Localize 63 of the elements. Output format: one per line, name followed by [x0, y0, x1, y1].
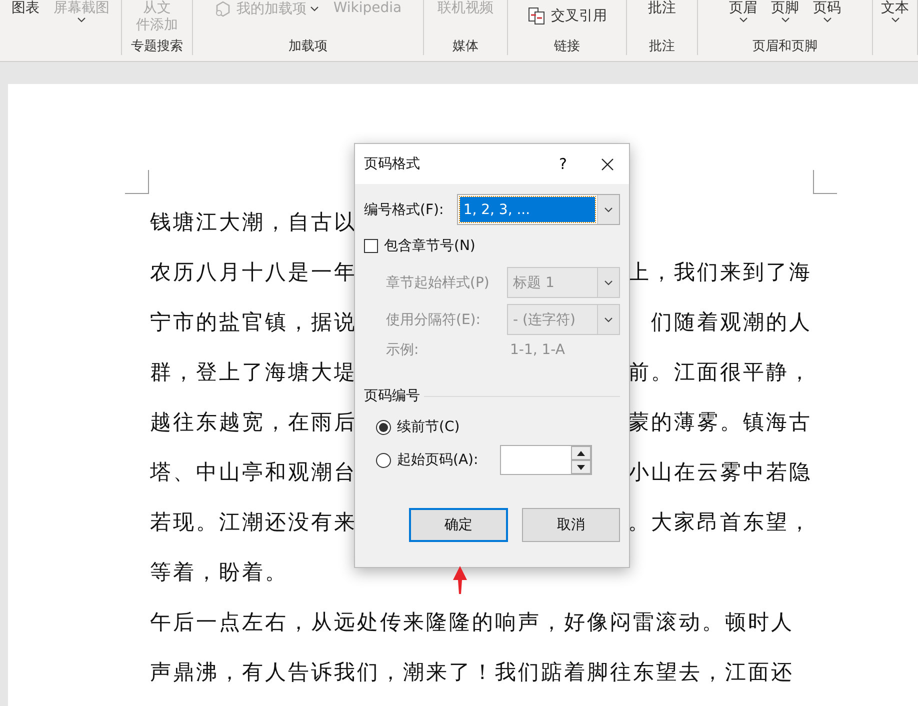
crop-mark	[813, 170, 837, 194]
document-text: 等着，盼着。	[150, 559, 288, 586]
chevron-icon	[604, 206, 613, 212]
close-icon	[600, 158, 614, 170]
document-text: 们随着观潮的人	[651, 309, 812, 336]
document-text: 声鼎沸，有人告诉我们，潮来了！我们踮着脚往东望去，江面还	[150, 659, 794, 686]
field-label: 编号格式(F):	[364, 200, 445, 218]
document-text: 钱塘江大潮，自古以	[150, 209, 357, 236]
cross-reference-icon	[527, 6, 547, 26]
chevron-icon	[890, 17, 900, 23]
example-value: 1-1, 1-A	[510, 342, 565, 358]
section-title: 页码编号	[364, 387, 420, 405]
dialog-button[interactable]: 取消	[522, 508, 620, 542]
crop-mark	[125, 170, 149, 194]
dialog-button[interactable]: 确定	[409, 508, 508, 542]
document-text: 蒙的薄雾。镇海古	[628, 409, 812, 436]
checkbox-label: 包含章节号(N)	[384, 237, 476, 255]
up-arrow-icon	[577, 450, 586, 456]
ribbon-button[interactable]: 文本	[881, 0, 909, 23]
chevron-icon	[310, 6, 320, 12]
document-text: 上，我们来到了海	[628, 259, 812, 286]
chevron-icon	[738, 17, 748, 23]
ribbon-button[interactable]: 页眉	[729, 0, 757, 23]
ribbon-group-label: 专题搜索	[131, 39, 183, 55]
number-format-dropdown[interactable]: 1, 2, 3, ...	[457, 194, 620, 225]
radio-label: 续前节(C)	[397, 418, 460, 436]
document-text: 。大家昂首东望，	[628, 509, 812, 536]
start-number-spinbox[interactable]	[500, 445, 592, 475]
document-text: 塔、中山亭和观潮台	[150, 459, 357, 486]
document-text: 越往东越宽，在雨后	[150, 409, 357, 436]
down-arrow-icon	[577, 464, 586, 470]
ribbon-button[interactable]: 页脚	[771, 0, 799, 23]
ribbon-button[interactable]: 图表	[12, 0, 40, 17]
document-text: 午后一点左右，从远处传来隆隆的响声，好像闷雷滚动。顿时人	[150, 609, 794, 636]
field-label: 章节起始样式(P)	[386, 274, 490, 292]
chevron-icon	[780, 17, 790, 23]
radio-button[interactable]	[376, 452, 391, 468]
document-text: 若现。江潮还没有来	[150, 509, 357, 536]
annotation-arrow	[450, 566, 470, 594]
field-label: 使用分隔符(E):	[386, 310, 482, 328]
ribbon-group-label: 链接	[554, 39, 580, 55]
ribbon-button[interactable]: 交叉引用	[527, 6, 607, 26]
ribbon-button[interactable]: 页码	[813, 0, 841, 23]
radio-button[interactable]	[376, 420, 391, 434]
field-label: 示例:	[386, 341, 420, 359]
chevron-icon	[604, 280, 613, 286]
chevron-icon	[604, 316, 613, 322]
ribbon-group-label: 媒体	[452, 39, 478, 55]
dialog-title: 页码格式	[364, 155, 421, 173]
checkbox[interactable]	[364, 239, 378, 253]
radio-label: 起始页码(A):	[397, 451, 478, 469]
chevron-icon	[77, 17, 86, 23]
help-button[interactable]: ?	[541, 147, 585, 181]
document-text: 前。江面很平静，	[628, 359, 812, 386]
document-text: 农历八月十八是一年	[150, 259, 357, 286]
document-text: 群，登上了海塘大堤	[150, 359, 357, 386]
ribbon-group-label: 页眉和页脚	[752, 39, 818, 55]
ribbon-group-label: 批注	[649, 39, 675, 55]
ribbon-group-label: 加载项	[288, 39, 328, 55]
chevron-icon	[822, 17, 832, 23]
document-text: 小山在云雾中若隐	[628, 459, 812, 486]
ribbon-button[interactable]: 批注	[648, 0, 676, 17]
document-text: 宁市的盐官镇，据说	[150, 309, 357, 336]
